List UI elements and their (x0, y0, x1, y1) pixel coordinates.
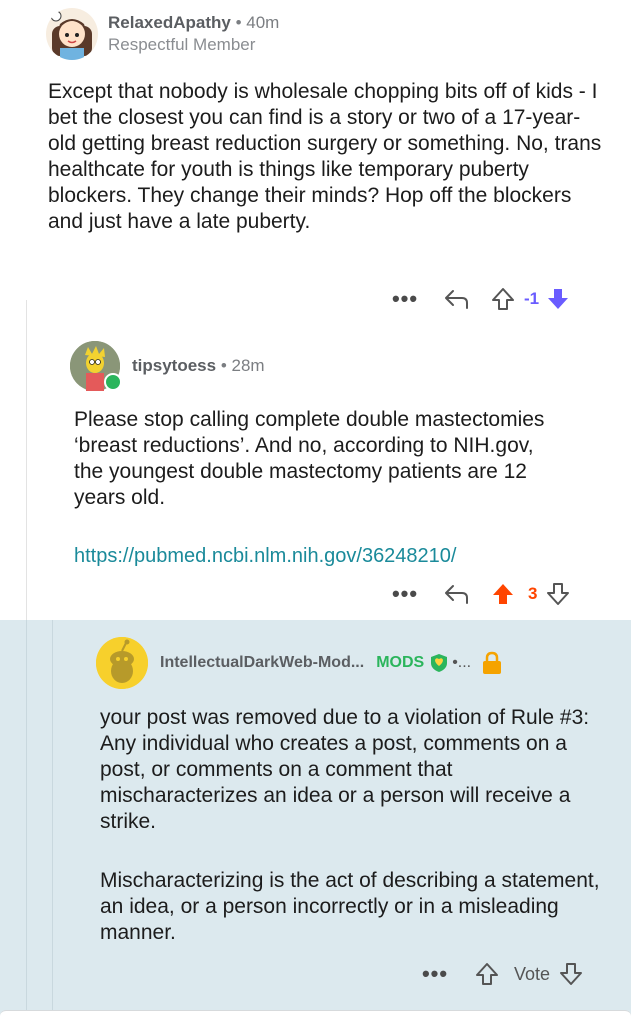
comment-actions: ••• -1 (390, 285, 610, 313)
downvote-icon[interactable] (545, 582, 571, 606)
reply-composer[interactable] (0, 1010, 631, 1025)
online-indicator (104, 373, 122, 391)
avatar[interactable] (96, 637, 148, 689)
comment-actions: ••• 3 (390, 580, 610, 608)
upvote-icon[interactable] (490, 582, 516, 606)
timestamp: 40m (246, 13, 280, 32)
vote-score: -1 (524, 289, 540, 308)
downvote-icon[interactable] (545, 287, 571, 311)
comment-tipsytoess: tipsytoess • 28m Please stop calling com… (0, 320, 631, 620)
pubmed-link[interactable]: https://pubmed.ncbi.nlm.nih.gov/36248210… (74, 545, 456, 568)
mod-shield-icon (429, 653, 449, 673)
comment-header: RelaxedApathy • 40m Respectful Member (46, 8, 279, 60)
avatar[interactable] (70, 341, 122, 391)
user-flair: Respectful Member (108, 35, 256, 54)
comment-body: Except that nobody is wholesale chopping… (48, 80, 602, 233)
comment-body: Please stop calling complete double mast… (74, 408, 545, 509)
more-icon[interactable]: ••• (390, 581, 420, 607)
username[interactable]: tipsytoess (132, 356, 216, 375)
username[interactable]: RelaxedApathy (108, 13, 231, 32)
more-icon[interactable]: ••• (420, 961, 450, 987)
lock-icon (481, 651, 503, 675)
reply-icon[interactable] (442, 288, 472, 310)
comment-mod: IntellectualDarkWeb-Mod... MODS •... you… (0, 620, 631, 1024)
upvote-icon[interactable] (474, 962, 500, 986)
upvote-icon[interactable] (490, 287, 516, 311)
comment-relaxedapathy: RelaxedApathy • 40m Respectful Member Ex… (0, 0, 631, 320)
comment-actions: ••• Vote (420, 960, 615, 988)
separator-dot: • (220, 356, 227, 375)
vote-label: Vote (514, 963, 551, 984)
timestamp: 28m (231, 356, 265, 375)
header-overflow: •... (452, 654, 472, 671)
more-icon[interactable]: ••• (390, 286, 420, 312)
vote-score: 3 (528, 584, 538, 603)
comment-body-2: Mischaracterizing is the act of describi… (100, 869, 600, 944)
reply-icon[interactable] (442, 583, 472, 605)
downvote-icon[interactable] (558, 962, 584, 986)
comment-body: your post was removed due to a violation… (100, 706, 590, 833)
comment-header: IntellectualDarkWeb-Mod... MODS •... (96, 637, 503, 689)
comment-header: tipsytoess • 28m (70, 341, 265, 391)
mods-badge: MODS (376, 654, 425, 671)
separator-dot: • (235, 13, 242, 32)
avatar[interactable] (46, 8, 98, 60)
username[interactable]: IntellectualDarkWeb-Mod... (160, 654, 364, 672)
